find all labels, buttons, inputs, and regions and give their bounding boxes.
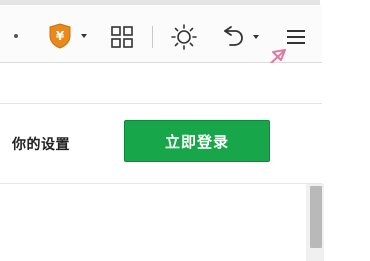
toolbar-separator <box>152 26 153 48</box>
dot-icon <box>14 34 18 38</box>
undo-icon[interactable] <box>221 25 245 49</box>
scrollbar-thumb[interactable] <box>310 186 322 248</box>
shield-icon[interactable]: ¥ <box>48 23 72 49</box>
subheader <box>0 63 322 103</box>
undo-dropdown-caret-icon[interactable] <box>253 35 259 39</box>
content-area <box>0 184 310 261</box>
login-button[interactable]: 立即登录 <box>124 120 270 162</box>
settings-label: 你的设置 <box>12 137 70 153</box>
sun-icon[interactable] <box>170 23 198 51</box>
menu-line <box>287 36 305 38</box>
shield-dropdown-caret-icon[interactable] <box>81 34 87 38</box>
grid-icon[interactable] <box>111 26 133 48</box>
shield-symbol: ¥ <box>56 29 65 43</box>
menu-line <box>287 30 305 32</box>
